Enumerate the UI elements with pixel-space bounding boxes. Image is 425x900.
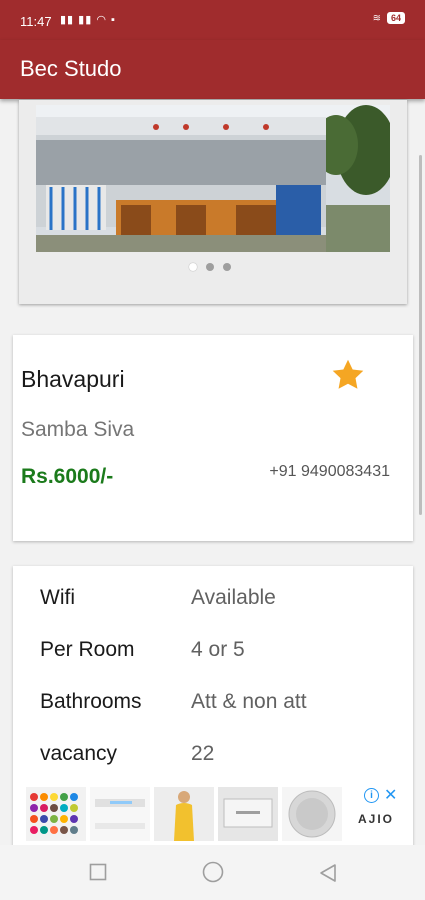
carousel-dot[interactable] xyxy=(206,263,214,271)
listing-info-card: Bhavapuri Samba Siva Rs.6000/- +91 94900… xyxy=(13,335,413,541)
carousel-dot[interactable] xyxy=(223,263,231,271)
ad-banner[interactable]: i ✕ AJIO xyxy=(24,785,404,843)
detail-label-vacancy: vacancy xyxy=(40,742,118,765)
square-icon[interactable] xyxy=(89,863,107,886)
navigation-bar xyxy=(0,845,425,900)
ad-brand[interactable]: AJIO xyxy=(358,812,394,826)
status-right-icons: ≋ 64 xyxy=(373,12,405,24)
ad-product-image[interactable] xyxy=(218,787,278,841)
ad-info-icon[interactable]: i xyxy=(364,788,379,803)
detail-label-per-room: Per Room xyxy=(40,638,135,661)
property-photo[interactable] xyxy=(36,105,390,252)
ad-product-image[interactable] xyxy=(90,787,150,841)
carousel-dot[interactable] xyxy=(189,263,197,271)
detail-label-bathrooms: Bathrooms xyxy=(40,690,142,713)
back-triangle-icon[interactable] xyxy=(318,863,338,888)
signal-icon: ▮▮ ▮▮ ◠ ▪ xyxy=(60,14,116,26)
star-icon[interactable] xyxy=(329,357,367,398)
detail-value-bathrooms: Att & non att xyxy=(191,690,307,713)
app-bar: Bec Studo xyxy=(0,40,425,99)
carousel-indicator[interactable] xyxy=(189,263,231,271)
price: Rs.6000/- xyxy=(21,465,114,488)
status-bar: 11:47 ▮▮ ▮▮ ◠ ▪ ≋ 64 xyxy=(0,0,425,40)
ad-product-image[interactable] xyxy=(26,787,86,841)
wifi-icon: ≋ xyxy=(372,12,381,24)
detail-value-per-room: 4 or 5 xyxy=(191,638,245,661)
app-title: Bec Studo xyxy=(20,56,122,81)
detail-label-wifi: Wifi xyxy=(40,586,75,609)
battery-icon: 64 xyxy=(386,12,405,24)
circle-icon[interactable] xyxy=(202,861,224,888)
image-carousel[interactable] xyxy=(19,100,407,304)
close-icon[interactable]: ✕ xyxy=(384,785,397,805)
scrollbar[interactable] xyxy=(419,155,422,515)
phone-number[interactable]: +91 9490083431 xyxy=(269,463,390,481)
ad-product-image[interactable] xyxy=(154,787,214,841)
listing-name: Bhavapuri xyxy=(21,366,125,392)
owner-name: Samba Siva xyxy=(21,418,135,441)
detail-value-vacancy: 22 xyxy=(191,742,215,765)
detail-value-wifi: Available xyxy=(191,586,276,609)
status-time: 11:47 xyxy=(20,14,52,29)
ad-product-image[interactable] xyxy=(282,787,342,841)
